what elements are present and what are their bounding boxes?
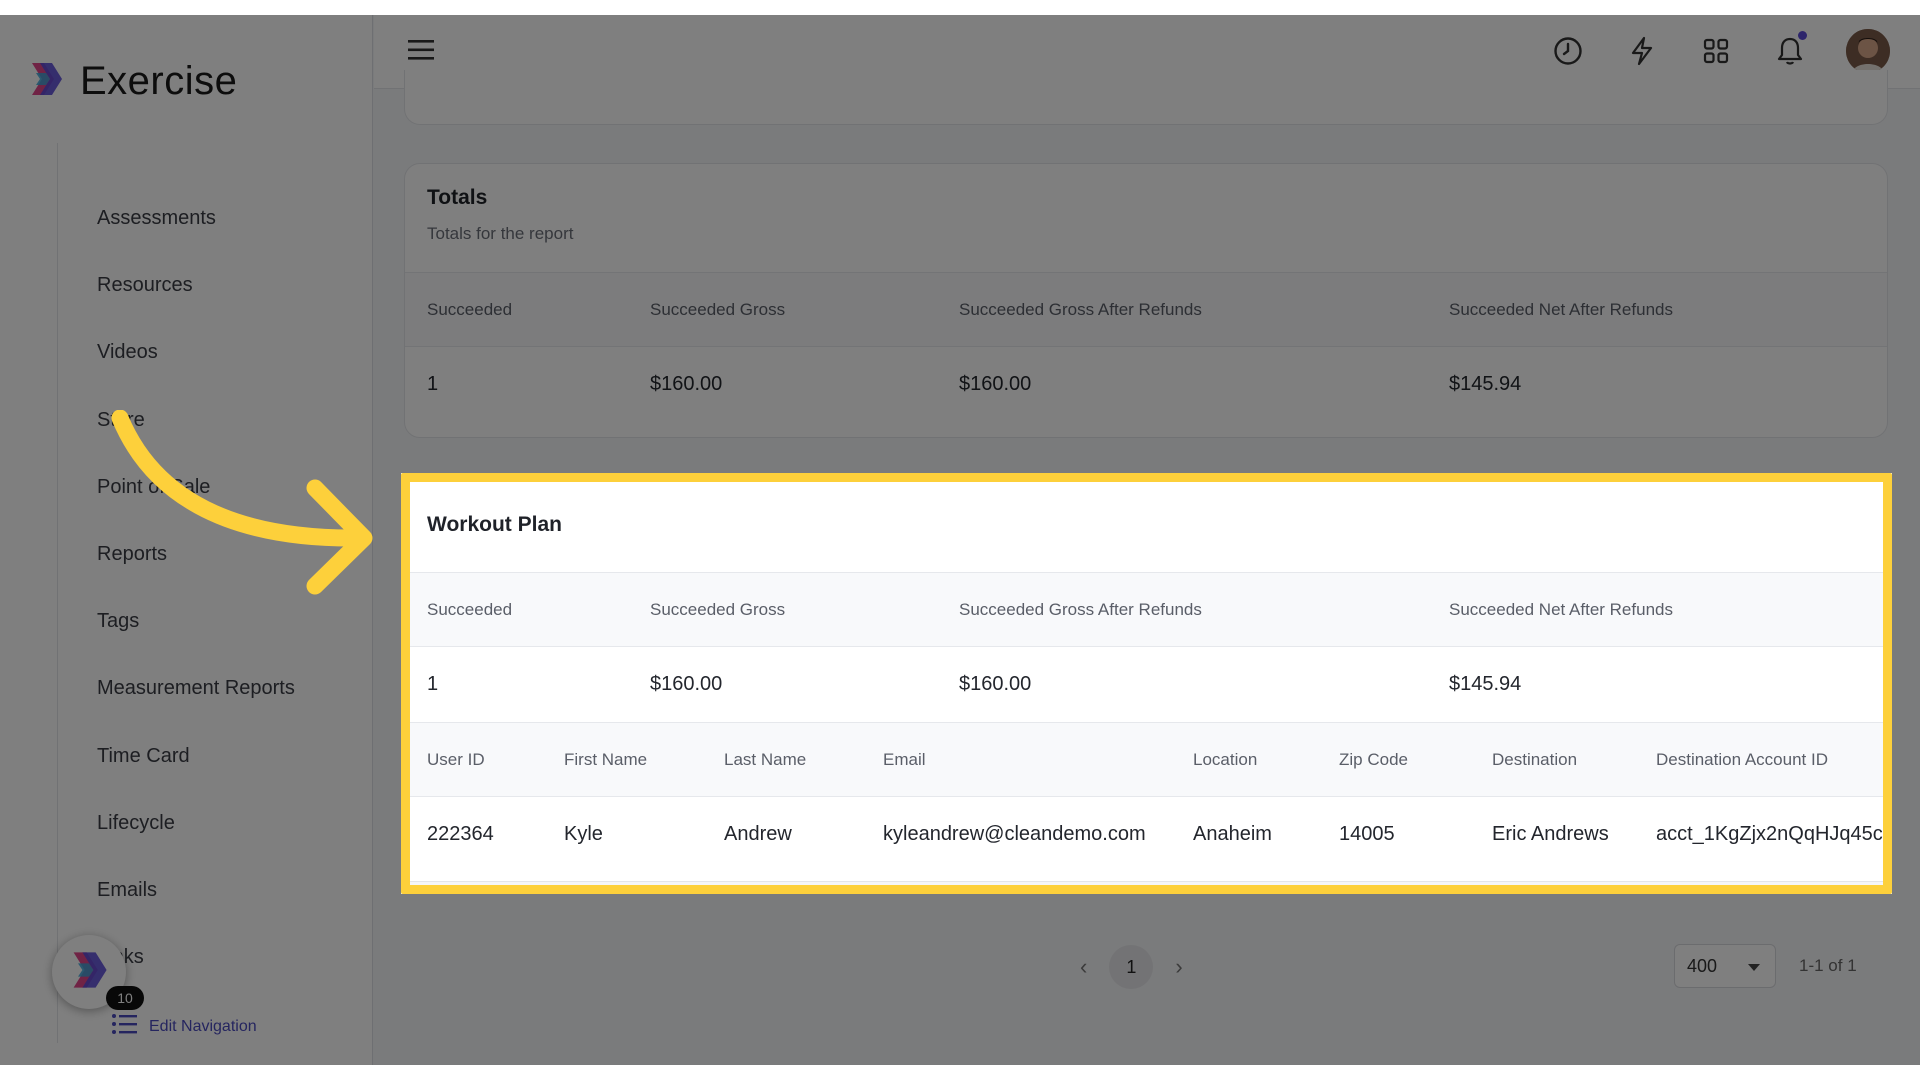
sidebar: Exercise Assessments Resources Videos St… (0, 15, 373, 1065)
column-header: Succeeded Gross After Refunds (959, 299, 1202, 319)
user-avatar[interactable] (1846, 29, 1890, 73)
column-header: Succeeded Net After Refunds (1449, 599, 1673, 619)
totals-card: Totals Totals for the report Succeeded S… (404, 163, 1888, 438)
edit-navigation-label: Edit Navigation (149, 1017, 257, 1035)
sidebar-item-videos[interactable]: Videos (97, 319, 295, 386)
previous-card (404, 70, 1888, 125)
sidebar-item-store[interactable]: Store (97, 387, 295, 454)
sidebar-item-assessments[interactable]: Assessments (97, 185, 295, 252)
table-cell: Andrew (724, 823, 792, 845)
workout-plan-header: Workout Plan (405, 478, 1887, 572)
column-header: Succeeded (427, 299, 513, 319)
column-header: Destination Account ID (1656, 749, 1828, 769)
sidebar-item-point-of-sale[interactable]: Point of Sale (97, 454, 295, 521)
table-cell: 222364 (427, 823, 494, 845)
table-cell: 14005 (1339, 823, 1395, 845)
column-header: Succeeded Gross (650, 599, 786, 619)
dim-overlay (1892, 473, 1920, 894)
sidebar-nav: Assessments Resources Videos Store Point… (97, 185, 295, 991)
column-header: Location (1193, 749, 1258, 769)
top-actions (1550, 29, 1890, 73)
notification-count-badge: 10 (106, 986, 144, 1010)
column-header: Succeeded Gross (650, 299, 786, 319)
table-cell: 1 (427, 673, 439, 695)
sidebar-item-measurement-reports[interactable]: Measurement Reports (97, 655, 295, 722)
column-header: Succeeded Gross After Refunds (959, 599, 1202, 619)
table-cell: Eric Andrews (1492, 823, 1609, 845)
column-header: First Name (564, 749, 648, 769)
totals-header: Totals Totals for the report (405, 164, 1887, 266)
table-cell: $160.00 (650, 673, 723, 695)
column-header: User ID (427, 749, 485, 769)
sidebar-item-reports[interactable]: Reports (97, 521, 295, 588)
column-header: Zip Code (1339, 749, 1408, 769)
edit-navigation-link[interactable]: Edit Navigation (111, 1013, 257, 1040)
table-cell: $145.94 (1449, 373, 1522, 395)
sidebar-item-links[interactable]: Links (97, 924, 295, 991)
rows-per-page-value: 400 (1687, 955, 1718, 976)
app-title: Exercise (80, 59, 238, 103)
app-frame: Exercise Assessments Resources Videos St… (0, 15, 1920, 1065)
logo-icon (26, 59, 66, 104)
workout-detail-header-row: User ID First Name Last Name Email Locat… (405, 722, 1887, 796)
chevron-down-icon (1747, 956, 1761, 977)
workout-summary-header-row: Succeeded Succeeded Gross Succeeded Gros… (405, 572, 1887, 646)
bell-icon[interactable] (1772, 31, 1808, 69)
clock-icon[interactable] (1550, 33, 1586, 69)
column-header: Destination (1492, 749, 1578, 769)
totals-title: Totals (427, 186, 488, 209)
table-cell: $160.00 (959, 673, 1032, 695)
table-cell: $160.00 (650, 373, 723, 395)
totals-subtitle: Totals for the report (427, 224, 574, 243)
column-header: Succeeded (427, 599, 513, 619)
sidebar-item-resources[interactable]: Resources (97, 252, 295, 319)
sidebar-item-tags[interactable]: Tags (97, 588, 295, 655)
bolt-icon[interactable] (1624, 33, 1660, 69)
page-button-current[interactable]: 1 (1109, 945, 1154, 989)
sidebar-item-emails[interactable]: Emails (97, 857, 295, 924)
column-header: Email (883, 749, 926, 769)
logo-icon (67, 948, 111, 997)
apps-grid-icon[interactable] (1698, 33, 1734, 69)
notification-dot (1798, 31, 1807, 40)
nav-rail (57, 143, 58, 1043)
sidebar-item-lifecycle[interactable]: Lifecycle (97, 790, 295, 857)
totals-header-row: Succeeded Succeeded Gross Succeeded Gros… (405, 272, 1887, 346)
table-row: 1 $160.00 $160.00 $145.94 (405, 646, 1887, 722)
table-cell: Anaheim (1193, 823, 1272, 845)
table-row: 222364 Kyle Andrew kyleandrew@cleandemo.… (405, 796, 1887, 872)
workout-plan-title: Workout Plan (427, 513, 562, 536)
column-header: Succeeded Net After Refunds (1449, 299, 1673, 319)
table-cell: kyleandrew@cleandemo.com (883, 823, 1146, 845)
list-icon (111, 1013, 137, 1040)
next-page-button[interactable]: › (1175, 954, 1182, 980)
table-cell: $145.94 (1449, 673, 1522, 695)
pagination: ‹ 1 › (1080, 945, 1183, 989)
table-cell: acct_1KgZjx2nQqHJq45c (1656, 823, 1883, 845)
rows-per-page-select[interactable]: 400 (1674, 944, 1776, 988)
table-cell: Kyle (564, 823, 603, 845)
brand[interactable]: Exercise (26, 59, 237, 104)
prev-page-button[interactable]: ‹ (1080, 954, 1087, 980)
sidebar-item-time-card[interactable]: Time Card (97, 723, 295, 790)
workout-plan-card: Workout Plan Succeeded Succeeded Gross S… (404, 477, 1888, 882)
table-cell: 1 (427, 373, 439, 395)
column-header: Last Name (724, 749, 807, 769)
pagination-range: 1-1 of 1 (1799, 956, 1857, 975)
table-row: 1 $160.00 $160.00 $145.94 (405, 346, 1887, 422)
menu-icon[interactable] (408, 39, 434, 66)
table-cell: $160.00 (959, 373, 1032, 395)
